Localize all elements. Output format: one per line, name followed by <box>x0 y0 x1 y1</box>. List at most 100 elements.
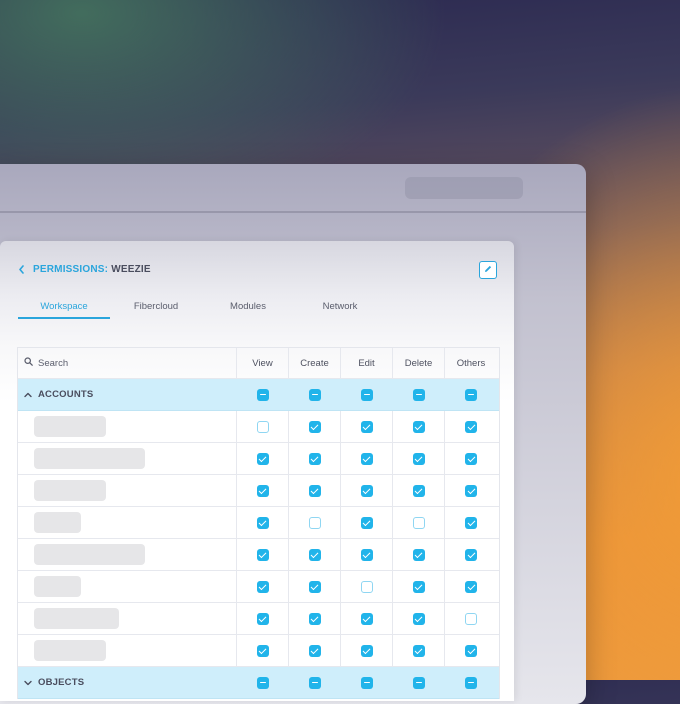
table-row <box>18 603 499 635</box>
permission-checkbox-edit[interactable] <box>360 516 373 529</box>
tab-modules[interactable]: Modules <box>230 301 266 312</box>
permission-checkbox-delete[interactable] <box>412 452 425 465</box>
group-checkbox-view[interactable] <box>257 676 269 689</box>
permission-cell-create <box>289 603 341 634</box>
group-checkbox-others[interactable] <box>465 676 477 689</box>
group-cell-view <box>237 379 289 410</box>
permission-checkbox-create[interactable] <box>308 420 321 433</box>
row-name-cell <box>18 475 237 506</box>
permission-cell-create <box>289 571 341 602</box>
chevron-up-icon[interactable] <box>24 392 34 398</box>
permission-cell-view <box>237 507 289 538</box>
permission-checkbox-delete[interactable] <box>412 644 425 657</box>
column-header-delete: Delete <box>393 348 445 378</box>
permission-checkbox-view[interactable] <box>256 516 269 529</box>
permission-checkbox-view[interactable] <box>256 612 269 625</box>
permission-checkbox-others[interactable] <box>465 452 477 465</box>
permission-checkbox-create[interactable] <box>308 644 321 657</box>
pencil-icon <box>483 261 493 279</box>
group-checkbox-edit[interactable] <box>361 388 373 401</box>
chevron-left-icon[interactable] <box>18 264 25 275</box>
permission-checkbox-create[interactable] <box>308 580 321 593</box>
group-checkbox-others[interactable] <box>465 388 477 401</box>
chevron-down-icon[interactable] <box>24 680 34 686</box>
column-header-others: Others <box>456 357 486 369</box>
permission-cell-edit <box>341 411 393 442</box>
breadcrumb: PERMISSIONS: WEEZIE <box>18 264 151 275</box>
permission-checkbox-edit[interactable] <box>360 612 373 625</box>
permission-cell-create <box>289 443 341 474</box>
permission-cell-create <box>289 539 341 570</box>
permission-checkbox-create[interactable] <box>308 548 321 561</box>
permission-checkbox-delete[interactable] <box>412 548 425 561</box>
group-cell-create <box>289 667 341 698</box>
permission-checkbox-create[interactable] <box>308 452 321 465</box>
permission-cell-others <box>445 635 497 666</box>
permission-checkbox-delete[interactable] <box>412 580 425 593</box>
group-row[interactable]: ACCOUNTS <box>18 379 499 411</box>
permission-cell-create <box>289 635 341 666</box>
name-placeholder <box>34 608 119 629</box>
permission-checkbox-others[interactable] <box>465 612 477 625</box>
permission-checkbox-edit[interactable] <box>360 452 373 465</box>
permission-checkbox-create[interactable] <box>308 484 321 497</box>
tab-fibercloud[interactable]: Fibercloud <box>134 301 178 312</box>
permission-checkbox-delete[interactable] <box>412 420 425 433</box>
group-checkbox-delete[interactable] <box>413 388 425 401</box>
group-checkbox-create[interactable] <box>309 676 321 689</box>
group-name-cell: ACCOUNTS <box>18 379 237 410</box>
tab-workspace[interactable]: Workspace <box>40 301 87 312</box>
permission-checkbox-view[interactable] <box>256 420 269 433</box>
permission-checkbox-create[interactable] <box>308 516 321 529</box>
group-checkbox-delete[interactable] <box>413 676 425 689</box>
permission-checkbox-create[interactable] <box>308 612 321 625</box>
permission-checkbox-delete[interactable] <box>412 612 425 625</box>
permission-cell-others <box>445 411 497 442</box>
permission-checkbox-edit[interactable] <box>360 484 373 497</box>
name-placeholder <box>34 448 145 469</box>
group-checkbox-edit[interactable] <box>361 676 373 689</box>
permission-checkbox-others[interactable] <box>465 548 477 561</box>
permission-checkbox-others[interactable] <box>465 484 477 497</box>
tab-network[interactable]: Network <box>323 301 358 312</box>
group-cell-edit <box>341 379 393 410</box>
table-header-row: Search View Create Edit Delete Others <box>18 348 499 379</box>
group-checkbox-create[interactable] <box>309 388 321 401</box>
permissions-label[interactable]: PERMISSIONS: <box>33 264 108 275</box>
permission-checkbox-view[interactable] <box>256 580 269 593</box>
permission-checkbox-others[interactable] <box>465 420 477 433</box>
group-label[interactable]: OBJECTS <box>24 677 84 688</box>
permission-checkbox-view[interactable] <box>256 452 269 465</box>
permission-checkbox-others[interactable] <box>465 644 477 657</box>
user-name: WEEZIE <box>111 264 151 275</box>
group-row[interactable]: OBJECTS <box>18 667 499 699</box>
group-checkbox-view[interactable] <box>257 388 269 401</box>
row-name-cell <box>18 635 237 666</box>
group-cell-others <box>445 667 497 698</box>
permission-checkbox-edit[interactable] <box>360 644 373 657</box>
group-label-text: OBJECTS <box>38 677 85 688</box>
permission-checkbox-edit[interactable] <box>360 548 373 561</box>
permission-cell-edit <box>341 539 393 570</box>
name-placeholder <box>34 512 81 533</box>
permission-checkbox-edit[interactable] <box>360 580 373 593</box>
permission-cell-others <box>445 603 497 634</box>
group-label[interactable]: ACCOUNTS <box>24 389 93 400</box>
edit-button[interactable] <box>479 261 497 279</box>
name-placeholder <box>34 576 81 597</box>
permission-checkbox-delete[interactable] <box>412 516 425 529</box>
window-search-pill[interactable] <box>405 177 523 199</box>
row-name-cell <box>18 571 237 602</box>
permission-checkbox-view[interactable] <box>256 644 269 657</box>
permission-cell-delete <box>393 475 445 506</box>
permission-checkbox-view[interactable] <box>256 484 269 497</box>
permission-checkbox-others[interactable] <box>465 516 477 529</box>
search-cell[interactable]: Search <box>18 348 237 378</box>
permission-checkbox-edit[interactable] <box>360 420 373 433</box>
search-input[interactable]: Search <box>38 358 68 369</box>
permission-cell-view <box>237 571 289 602</box>
name-placeholder <box>34 480 106 501</box>
permission-checkbox-others[interactable] <box>465 580 477 593</box>
permission-checkbox-delete[interactable] <box>412 484 425 497</box>
permission-checkbox-view[interactable] <box>256 548 269 561</box>
